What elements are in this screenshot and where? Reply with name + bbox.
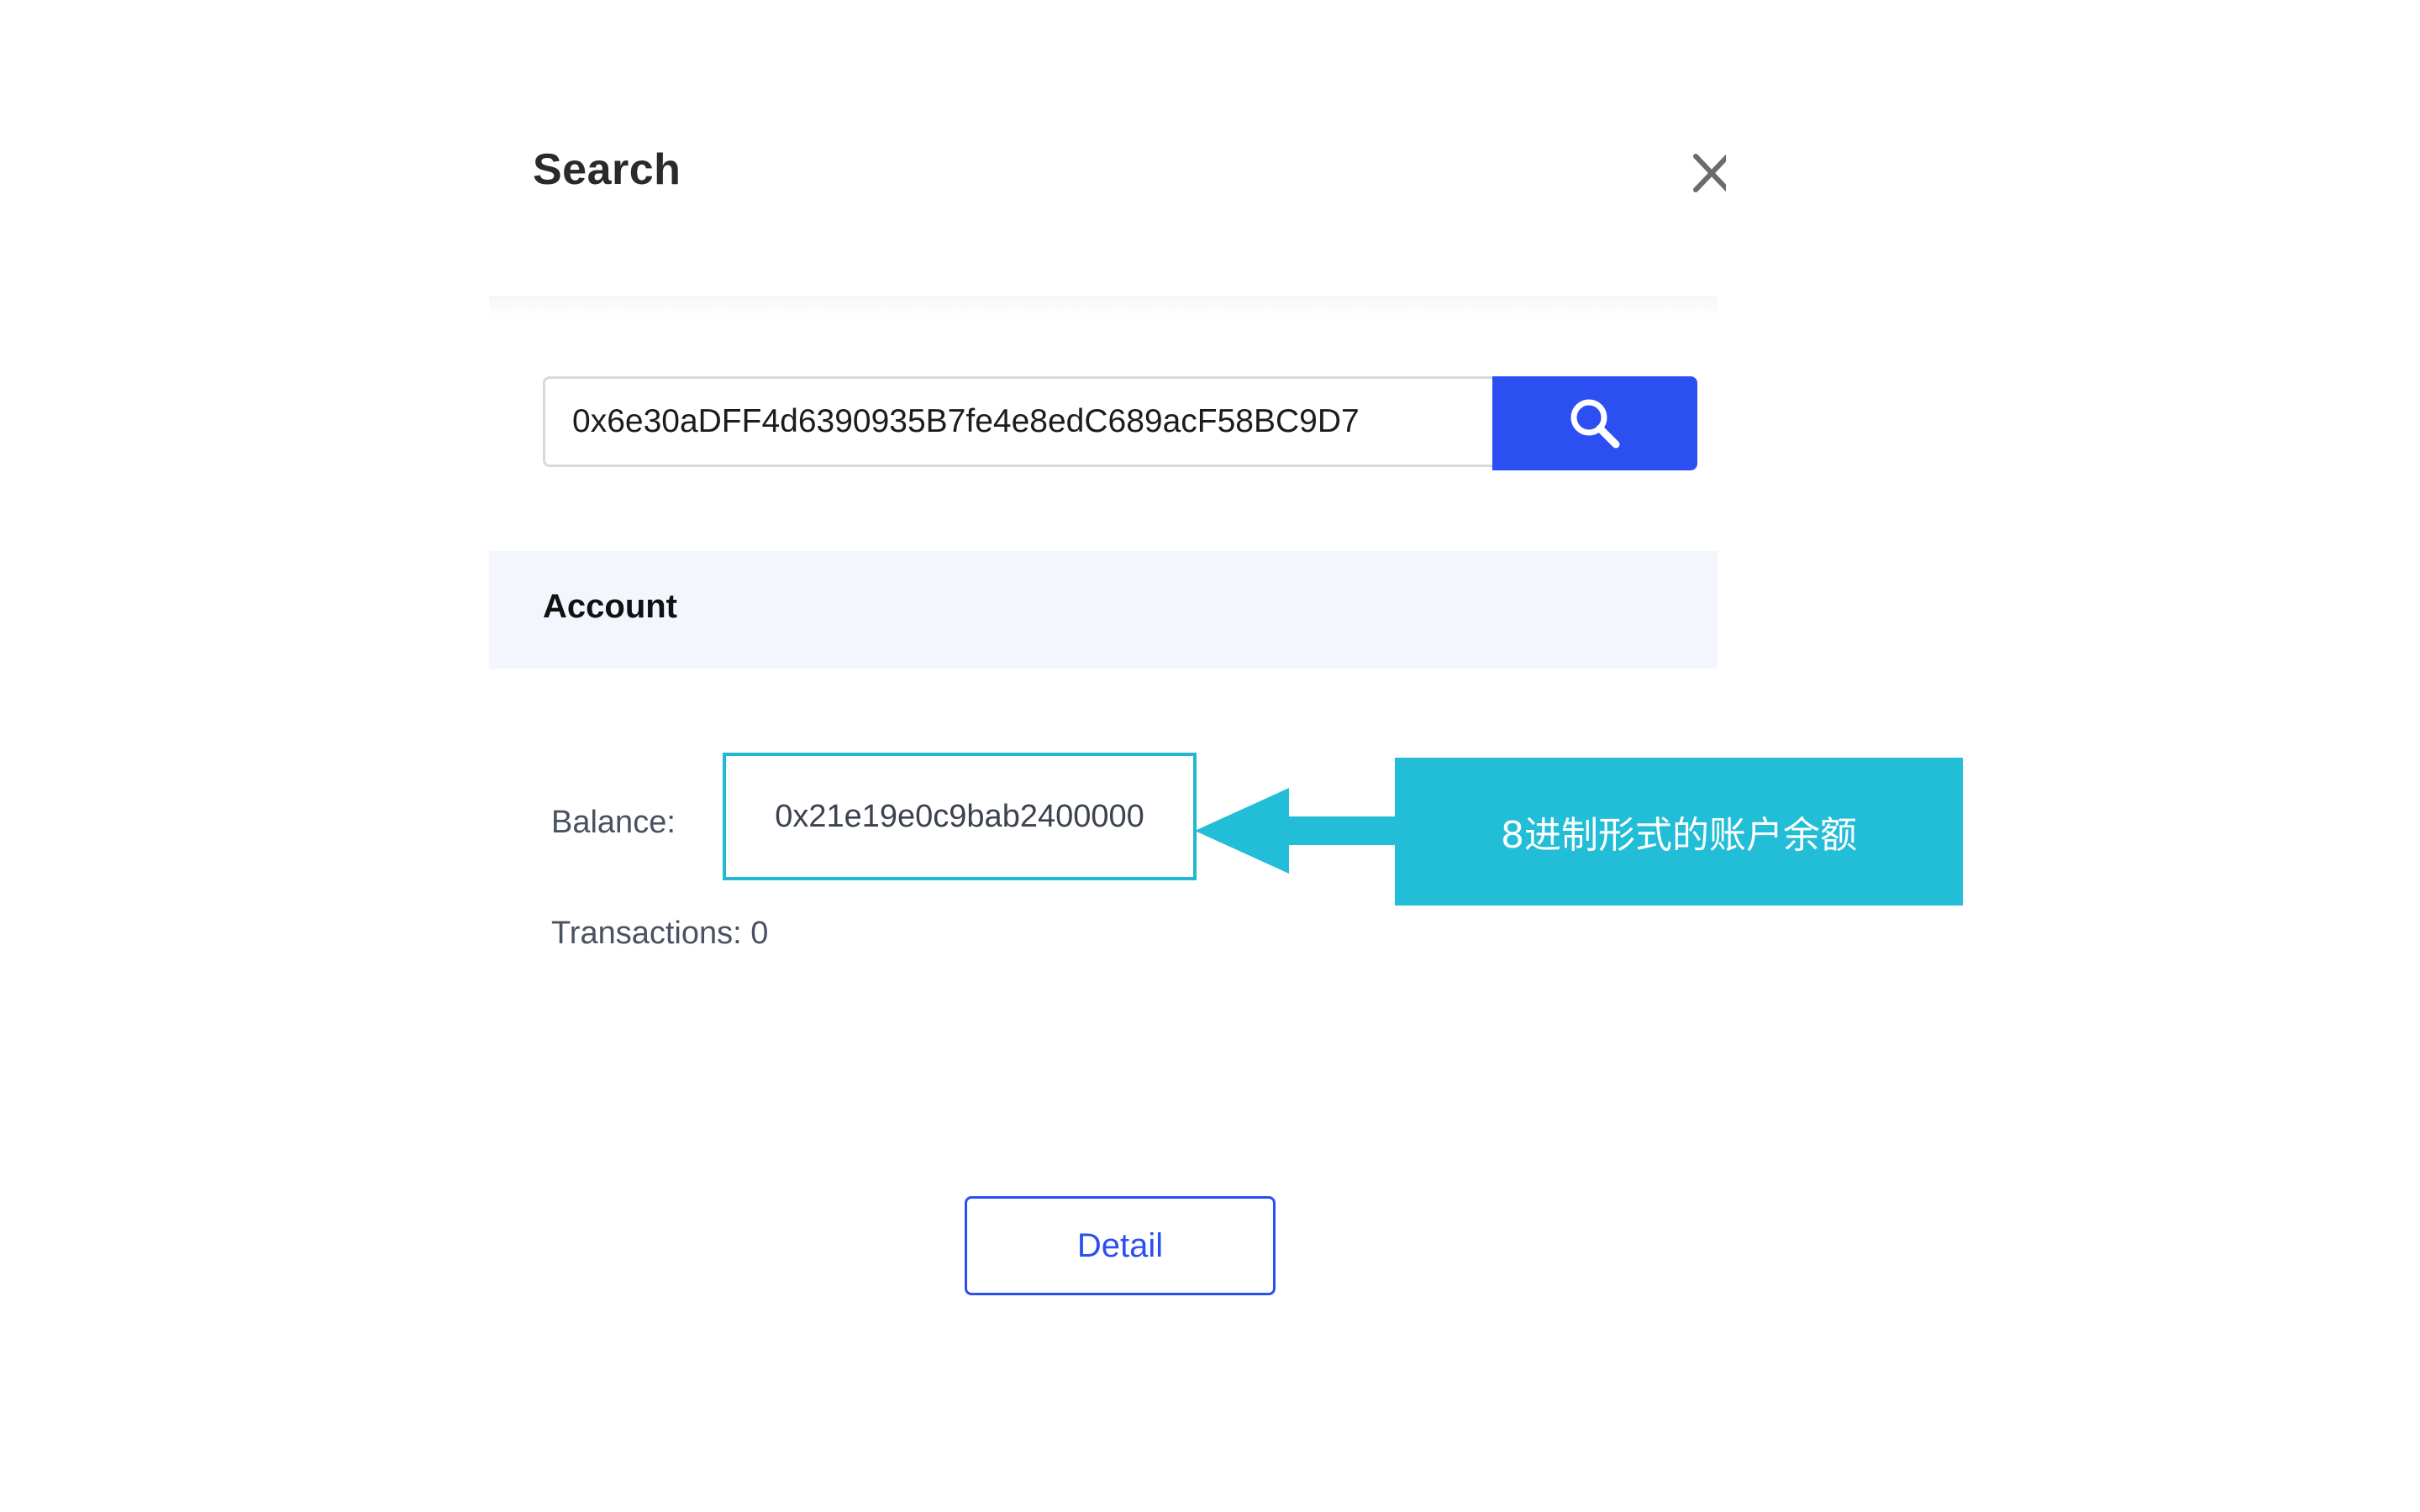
annotation-callout: 8进制形式的账户余额	[1395, 758, 1963, 906]
detail-button-label: Detail	[1076, 1226, 1164, 1264]
left-arrow-icon	[1195, 788, 1395, 874]
search-button[interactable]	[1492, 376, 1697, 470]
transactions-count: Transactions: 0	[551, 916, 769, 951]
close-button[interactable]	[1689, 150, 1726, 197]
search-bar	[543, 376, 1697, 470]
modal-title: Search	[533, 145, 681, 194]
balance-value: 0x21e19e0c9bab2400000	[775, 798, 1144, 834]
account-section-title: Account	[543, 588, 677, 625]
search-modal: Search Account Balance: 0x21e19e0c9bab24…	[489, 101, 1726, 1411]
annotation-callout-text: 8进制形式的账户余额	[1501, 814, 1857, 857]
balance-value-highlight: 0x21e19e0c9bab2400000	[723, 753, 1197, 880]
search-icon	[1570, 399, 1620, 449]
address-search-input[interactable]	[543, 376, 1492, 467]
account-section-header: Account	[489, 551, 1718, 669]
header-divider	[489, 296, 1718, 319]
balance-label: Balance:	[551, 805, 676, 840]
detail-button[interactable]: Detail	[965, 1196, 1276, 1295]
page: Search Account Balance: 0x21e19e0c9bab24…	[0, 0, 2420, 1512]
close-icon	[1693, 154, 1726, 192]
